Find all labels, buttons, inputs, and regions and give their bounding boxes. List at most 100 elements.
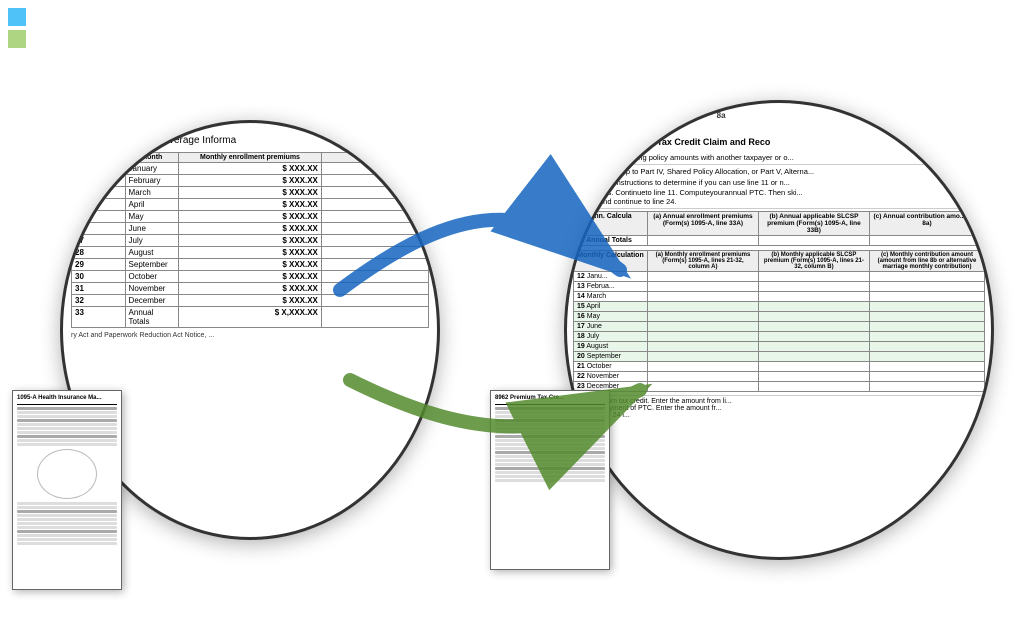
part3-row-num: 31: [72, 283, 126, 295]
part3-row-amount: $ XXX.XX: [179, 199, 322, 211]
part3-row-b: [321, 235, 428, 247]
monthly-col-c-val: [758, 272, 869, 282]
part3-row-amount: $ XXX.XX: [179, 235, 322, 247]
part3-label: Part III: [71, 133, 118, 148]
part3-row-month: February: [125, 175, 179, 187]
thumb-1095a-title: 1095-A Health Insurance Ma...: [17, 395, 117, 405]
monthly-col-b-val: [647, 282, 758, 292]
monthly-col-d-val: [869, 312, 984, 322]
monthly-col-b-val: [647, 272, 758, 282]
line10-cont: and continue to line 24.: [587, 197, 985, 206]
part3-row-b: [321, 163, 428, 175]
part3-row-month: May: [125, 211, 179, 223]
line10-text: See the instructions to determine if you…: [587, 178, 985, 187]
part3-row-num: 26: [72, 223, 126, 235]
thumb-1095a-circle: [37, 449, 97, 499]
main-container: Part III Part III Coverage Informa Month…: [0, 0, 1024, 644]
annual-c-val: [758, 236, 869, 246]
monthly-col-b-val: [647, 362, 758, 372]
part3-row-month: June: [125, 223, 179, 235]
monthly-row: 13 Februa...: [574, 282, 648, 292]
monthly-col-c-val: [758, 322, 869, 332]
part3-row-num: 30: [72, 271, 126, 283]
monthly-col-b-val: [647, 312, 758, 322]
part3-row-amount: $ XXX.XX: [179, 247, 322, 259]
monthly-col-d-val: [869, 352, 984, 362]
col-header-b: B. S.: [321, 153, 428, 163]
monthly-row: 12 Janu...: [574, 272, 648, 282]
monthly-row: 16 May: [574, 312, 648, 322]
part2-label: Part II: [573, 135, 610, 149]
monthly-col-c-val: [758, 282, 869, 292]
part3-row-num: 33: [72, 307, 126, 328]
monthly-col-c-val: [758, 292, 869, 302]
part3-row-amount: $ XXX.XX: [179, 259, 322, 271]
part3-row-b: [321, 187, 428, 199]
part3-row-b: [321, 211, 428, 223]
monthly-table: Monthly Calculation (a) Monthly enrollme…: [573, 250, 985, 392]
monthly-row: 20 September: [574, 352, 648, 362]
part2-subtitle: Premium Tax Credit Claim and Reco: [616, 137, 770, 147]
monthly-col-c-val: [758, 362, 869, 372]
line9-num: 9: [573, 153, 587, 162]
monthly-col-b-val: [647, 292, 758, 302]
part3-row-num: 22: [72, 175, 126, 187]
monthly-col-d-val: [869, 332, 984, 342]
monthly-col-c: (b) Monthly applicable SLCSP premium (Fo…: [758, 251, 869, 272]
part3-row-amount: $ XXX.XX: [179, 283, 322, 295]
part3-title: Part III: [124, 135, 155, 146]
col-header-premiums: Monthly enrollment premiums: [179, 153, 322, 163]
monthly-col-d-val: [869, 292, 984, 302]
right-top-text2: line 3 by line 7...: [573, 122, 985, 131]
monthly-row: 18 July: [574, 332, 648, 342]
right-magnifier-circle: ual contributionamount. Multiply 8a line…: [564, 100, 994, 560]
annual-d-val: [869, 236, 984, 246]
monthly-col-d-val: [869, 302, 984, 312]
monthly-col-c-val: [758, 352, 869, 362]
part3-row-b: [321, 295, 428, 307]
annual-col-d: (c) Annual contribution amo... (line 8a): [869, 212, 984, 236]
part3-row-month: August: [125, 247, 179, 259]
part3-row-amount: $ XXX.XX: [179, 295, 322, 307]
right-footer1: Total premium tax credit. Enter the amou…: [573, 395, 985, 419]
part3-row-amount: $ X,XXX.XX: [179, 307, 322, 328]
part3-row-month: September: [125, 259, 179, 271]
part3-row-month: Annual Totals: [125, 307, 179, 328]
line11-label: 11 Annual Totals: [574, 236, 648, 246]
part3-footer: ry Act and Paperwork Reduction Act Notic…: [71, 332, 429, 339]
part3-subtitle: Coverage Informa: [156, 135, 236, 146]
monthly-row: 21 October: [574, 362, 648, 372]
part3-row-month: July: [125, 235, 179, 247]
monthly-col-b-val: [647, 322, 758, 332]
part3-row-num: 21: [72, 163, 126, 175]
monthly-row: 15 April: [574, 302, 648, 312]
part3-row-amount: $ XXX.XX: [179, 187, 322, 199]
thumb-1095a: 1095-A Health Insurance Ma...: [12, 390, 122, 590]
blue-color-square: [8, 8, 26, 26]
part3-row-month: December: [125, 295, 179, 307]
part3-row-b: [321, 223, 428, 235]
col-header-month: Month: [72, 153, 126, 163]
thumb-8962-title: 8962 Premium Tax Cre...: [495, 395, 605, 405]
annual-table: Ann. Calcula (a) Annual enrollment premi…: [573, 211, 985, 246]
monthly-row: 22 November: [574, 372, 648, 382]
monthly-col-d-val: [869, 342, 984, 352]
monthly-col-d: (c) Monthly contribution amount (amount …: [869, 251, 984, 272]
monthly-row: 17 June: [574, 322, 648, 332]
monthly-col-d-val: [869, 372, 984, 382]
part3-row-num: 27: [72, 235, 126, 247]
green-color-square: [8, 30, 26, 48]
monthly-col-b-val: [647, 342, 758, 352]
part3-row-b: [321, 247, 428, 259]
line9-checkbox: [587, 167, 596, 176]
part3-row-month: March: [125, 187, 179, 199]
part3-row-month: October: [125, 271, 179, 283]
monthly-col-b-val: [647, 372, 758, 382]
part3-row-amount: $ XXX.XX: [179, 211, 322, 223]
part3-row-b: [321, 175, 428, 187]
monthly-col-d-val: [869, 362, 984, 372]
annual-col-c: (b) Annual applicable SLCSP premium (For…: [758, 212, 869, 236]
monthly-col-d-val: [869, 382, 984, 392]
thumb-8962: 8962 Premium Tax Cre...: [490, 390, 610, 570]
line10-checkbox: [587, 188, 596, 197]
